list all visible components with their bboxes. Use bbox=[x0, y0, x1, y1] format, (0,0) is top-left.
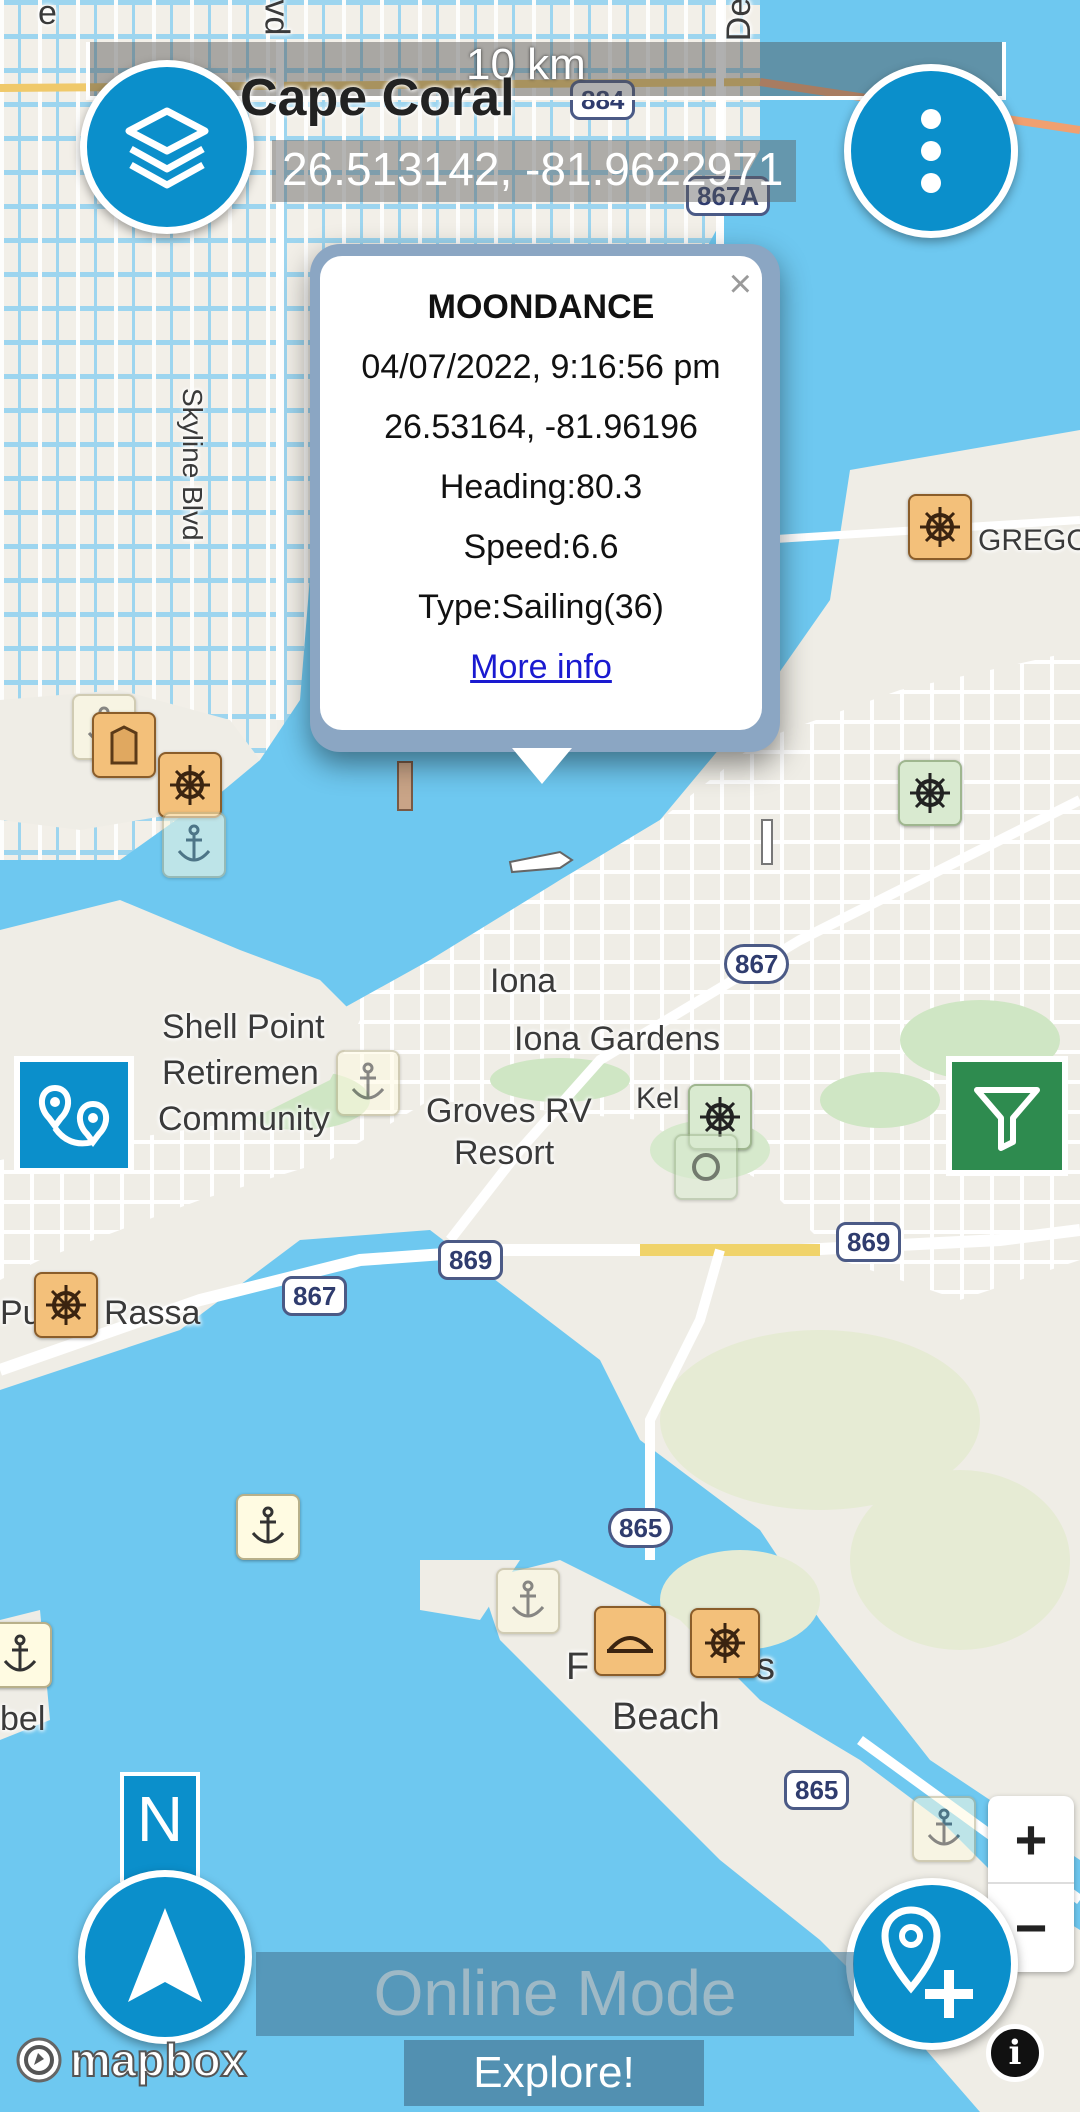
marina-icon[interactable] bbox=[158, 752, 222, 818]
map-label-iona: Iona bbox=[490, 962, 557, 1000]
anchor-icon[interactable] bbox=[236, 1494, 300, 1560]
map-label-sanibel: bel bbox=[0, 1700, 46, 1738]
more-info-link[interactable]: More info bbox=[320, 648, 762, 687]
marina-icon[interactable] bbox=[898, 760, 962, 826]
vessel-type: Type:Sailing(36) bbox=[418, 588, 664, 626]
add-location-icon bbox=[881, 1906, 973, 2018]
compass-button[interactable] bbox=[78, 1870, 252, 2044]
road-shield: 865 bbox=[608, 1508, 674, 1548]
coordinates-text: 26.513142, -81.9622971 bbox=[282, 143, 784, 195]
info-icon: i bbox=[1008, 2033, 1022, 2073]
map-label-kel: Kel bbox=[636, 1082, 680, 1115]
explore-label: Explore! bbox=[473, 2048, 635, 2097]
marina-icon[interactable] bbox=[690, 1608, 760, 1678]
map-label-skyline: Skyline Blvd bbox=[177, 388, 208, 541]
vessel-name: MOONDANCE bbox=[427, 288, 655, 326]
more-vertical-icon bbox=[921, 109, 941, 193]
vessel-popup: × MOONDANCE 04/07/2022, 9:16:56 pm 26.53… bbox=[310, 244, 780, 752]
map-label-retirement: Retiremen bbox=[162, 1054, 319, 1092]
filter-button[interactable] bbox=[946, 1056, 1068, 1176]
vessel-heading: Heading:80.3 bbox=[439, 468, 643, 506]
map-label-beach: Beach bbox=[612, 1696, 720, 1738]
layers-icon bbox=[125, 107, 209, 189]
north-indicator: N bbox=[120, 1772, 200, 1882]
marina-icon[interactable] bbox=[674, 1134, 738, 1200]
map-label-fort-myers: F bbox=[566, 1646, 590, 1688]
marina-icon[interactable] bbox=[34, 1272, 98, 1338]
map-label-iona-gardens: Iona Gardens bbox=[514, 1020, 721, 1058]
anchor-icon[interactable] bbox=[162, 812, 226, 878]
anchor-icon[interactable] bbox=[496, 1568, 560, 1634]
map-label-road: e bbox=[38, 0, 57, 32]
popup-pointer bbox=[512, 748, 572, 784]
anchor-icon[interactable] bbox=[0, 1622, 52, 1688]
map-label-shell-point: Shell Point bbox=[162, 1008, 325, 1046]
mapbox-logo[interactable]: mapbox bbox=[14, 2032, 247, 2088]
map-label-road: vd bbox=[257, 0, 296, 36]
road-shield: 867 bbox=[282, 1276, 348, 1316]
marina-icon[interactable] bbox=[92, 712, 156, 778]
anchor-icon[interactable] bbox=[912, 1796, 976, 1862]
vessel-position: 26.53164, -81.96196 bbox=[384, 408, 698, 446]
road-shield: 869 bbox=[438, 1240, 504, 1280]
map-label-road: De bbox=[720, 0, 759, 42]
mapbox-wordmark: mapbox bbox=[69, 2033, 247, 2087]
bridge-icon[interactable] bbox=[594, 1606, 666, 1676]
map-label-community: Community bbox=[158, 1100, 330, 1138]
marina-icon[interactable] bbox=[908, 494, 972, 560]
attribution-info-button[interactable]: i bbox=[986, 2024, 1044, 2082]
map-label-resort: Resort bbox=[454, 1134, 555, 1172]
road-shield: 867 bbox=[724, 944, 790, 984]
explore-button[interactable]: Explore! bbox=[404, 2040, 704, 2106]
map-label-gregory: GREGO bbox=[978, 524, 1080, 557]
road-shield: 865 bbox=[784, 1770, 850, 1810]
add-location-button[interactable] bbox=[846, 1878, 1018, 2050]
anchor-icon[interactable] bbox=[336, 1050, 400, 1116]
city-label: Cape Coral bbox=[240, 69, 515, 127]
mode-text: Online Mode bbox=[373, 1957, 737, 2029]
layers-button[interactable] bbox=[80, 60, 254, 234]
vessel-popup-content: × MOONDANCE 04/07/2022, 9:16:56 pm 26.53… bbox=[320, 256, 762, 730]
vessel-datetime: 04/07/2022, 9:16:56 pm bbox=[361, 348, 721, 386]
mapbox-icon bbox=[16, 2037, 62, 2083]
map-label-rassa: Rassa bbox=[104, 1294, 201, 1332]
vessel-speed: Speed:6.6 bbox=[463, 528, 619, 566]
filter-icon bbox=[974, 1087, 1040, 1151]
menu-button[interactable] bbox=[844, 64, 1018, 238]
route-button[interactable] bbox=[14, 1056, 134, 1174]
north-label: N bbox=[136, 1783, 184, 1855]
map-label-groves: Groves RV bbox=[426, 1092, 592, 1130]
zoom-in-button[interactable]: + bbox=[988, 1796, 1074, 1884]
road-shield: 869 bbox=[836, 1222, 902, 1262]
route-icon bbox=[38, 1084, 110, 1147]
navigation-arrow-icon bbox=[128, 1908, 202, 2002]
